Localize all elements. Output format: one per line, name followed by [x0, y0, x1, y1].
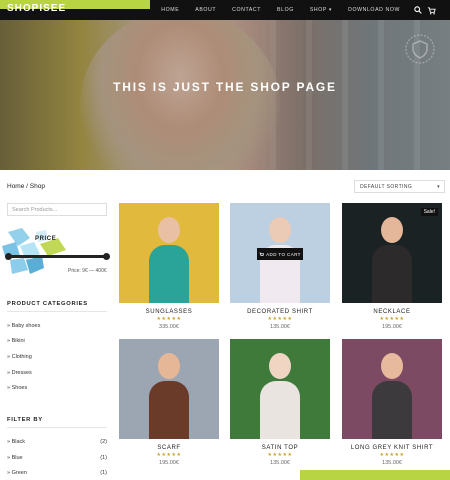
- hero-overlay: [0, 20, 450, 170]
- price-slider[interactable]: [5, 253, 110, 260]
- filter-label: Black: [11, 439, 26, 445]
- product-name[interactable]: NECKLACE: [342, 309, 442, 315]
- slider-range: [7, 255, 105, 258]
- nav-shop[interactable]: SHOP ▾: [310, 7, 332, 13]
- product-image[interactable]: [342, 339, 442, 439]
- product-price: 335.00€: [159, 324, 179, 330]
- product-model-figure: [370, 217, 414, 303]
- caret-down-icon: ▾: [437, 184, 440, 190]
- cart-icon[interactable]: [427, 6, 436, 15]
- category-label: Bikini: [11, 338, 25, 344]
- product-image[interactable]: [119, 339, 219, 439]
- product-name[interactable]: DECORATED SHIRT: [230, 309, 330, 315]
- product-card[interactable]: ADD TO CART DECORATED SHIRT ★★★★★ 135.00…: [230, 203, 330, 330]
- sort-selected-value: DEFAULT SORTING: [360, 184, 413, 190]
- product-price: 135.00€: [382, 460, 402, 466]
- product-model-figure: [258, 353, 302, 439]
- category-item[interactable]: » Shoes: [7, 385, 107, 391]
- nav-download-now[interactable]: DOWNLOAD NOW: [348, 7, 400, 13]
- filter-count: (2): [100, 439, 107, 445]
- nav-blog[interactable]: BLOG: [277, 7, 294, 13]
- category-label: Clothing: [11, 354, 32, 360]
- product-price: 135.00€: [270, 460, 290, 466]
- nav-about[interactable]: ABOUT: [195, 7, 216, 13]
- product-card[interactable]: SATIN TOP ★★★★★ 135.00€: [230, 339, 330, 466]
- accent-strip-bottom: [300, 470, 450, 480]
- site-logo[interactable]: SHOPISEE: [7, 3, 66, 14]
- product-card[interactable]: LONG GREY KNIT SHIRT ★★★★★ 135.00€: [342, 339, 442, 466]
- product-image[interactable]: ADD TO CART: [230, 203, 330, 303]
- search-products-input[interactable]: Search Products...: [7, 203, 107, 216]
- slider-handle-min[interactable]: [5, 253, 12, 260]
- product-card[interactable]: Sale! NECKLACE ★★★★★ 195.00€: [342, 203, 442, 330]
- category-label: Shoes: [11, 385, 28, 391]
- nav-home[interactable]: HOME: [161, 7, 179, 13]
- product-price: 135.00€: [270, 324, 290, 330]
- breadcrumb[interactable]: Home / Shop: [7, 183, 45, 190]
- product-price: 195.00€: [159, 460, 179, 466]
- product-image[interactable]: [119, 203, 219, 303]
- nav-contact[interactable]: CONTACT: [232, 7, 261, 13]
- filter-item[interactable]: » Green (1): [7, 470, 107, 476]
- rating-stars: ★★★★★: [379, 452, 405, 458]
- price-heading: PRICE: [35, 236, 57, 242]
- rating-stars: ★★★★★: [156, 452, 182, 458]
- product-name[interactable]: SATIN TOP: [230, 445, 330, 451]
- price-range-text: Price: 9€ — 400€: [68, 268, 107, 274]
- hero-title: THIS IS JUST THE SHOP PAGE: [113, 80, 337, 94]
- product-model-figure: [147, 353, 191, 439]
- product-model-figure: [147, 217, 191, 303]
- cart-icon: [259, 252, 265, 256]
- category-item[interactable]: » Bikini: [7, 338, 107, 344]
- filter-count: (1): [100, 470, 107, 476]
- product-image[interactable]: [230, 339, 330, 439]
- categories-heading: PRODUCT CATEGORIES: [7, 301, 88, 307]
- search-placeholder: Search Products...: [12, 207, 58, 213]
- add-to-cart-button[interactable]: ADD TO CART: [257, 248, 303, 260]
- rating-stars: ★★★★★: [267, 452, 293, 458]
- category-item[interactable]: » Dresses: [7, 370, 107, 376]
- sort-select[interactable]: DEFAULT SORTING ▾: [354, 180, 445, 193]
- product-model-figure: [370, 353, 414, 439]
- search-icon[interactable]: [414, 6, 422, 14]
- add-to-cart-label: ADD TO CART: [266, 251, 301, 257]
- product-price: 195.00€: [382, 324, 402, 330]
- product-name[interactable]: SCARF: [119, 445, 219, 451]
- category-label: Dresses: [11, 370, 32, 376]
- rating-stars: ★★★★★: [156, 316, 182, 322]
- rating-stars: ★★★★★: [267, 316, 293, 322]
- rating-stars: ★★★★★: [379, 316, 405, 322]
- product-image[interactable]: Sale!: [342, 203, 442, 303]
- category-label: Baby shoes: [11, 323, 41, 329]
- product-name[interactable]: SUNGLASSES: [119, 309, 219, 315]
- category-item[interactable]: » Baby shoes: [7, 323, 107, 329]
- main-nav: HOME ABOUT CONTACT BLOG SHOP ▾ DOWNLOAD …: [145, 0, 436, 20]
- filter-count: (1): [100, 455, 107, 461]
- divider: [7, 427, 107, 428]
- product-name[interactable]: LONG GREY KNIT SHIRT: [342, 445, 442, 451]
- shield-badge-icon: [405, 34, 435, 64]
- filter-item[interactable]: » Black (2): [7, 439, 107, 445]
- category-item[interactable]: » Clothing: [7, 354, 107, 360]
- product-model-figure: [258, 217, 302, 303]
- divider: [7, 311, 107, 312]
- product-card[interactable]: SCARF ★★★★★ 195.00€: [119, 339, 219, 466]
- filter-label: Green: [11, 470, 27, 476]
- slider-handle-max[interactable]: [103, 253, 110, 260]
- product-card[interactable]: SUNGLASSES ★★★★★ 335.00€: [119, 203, 219, 330]
- sale-badge: Sale!: [420, 208, 438, 216]
- filter-item[interactable]: » Blue (1): [7, 455, 107, 461]
- hero-banner: THIS IS JUST THE SHOP PAGE: [0, 20, 450, 170]
- filter-label: Blue: [11, 455, 23, 461]
- filter-heading: FILTER BY: [7, 417, 43, 423]
